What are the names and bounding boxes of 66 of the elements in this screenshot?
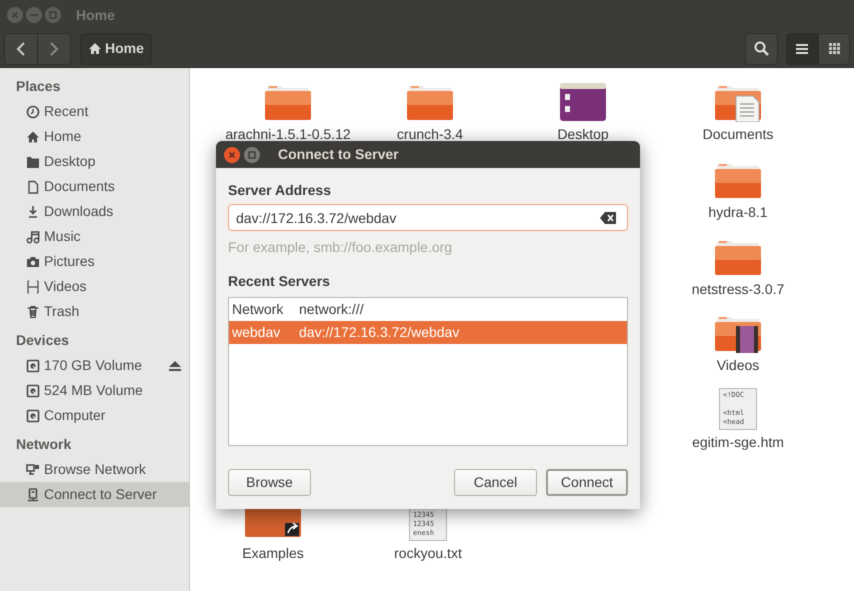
sidebar-item[interactable]: 524 MB Volume — [0, 378, 189, 403]
dialog-title: Connect to Server — [278, 145, 399, 164]
sidebar-item[interactable]: 170 GB Volume — [0, 353, 189, 378]
file-name[interactable]: Documents — [702, 124, 774, 145]
section-heading: Devices — [15, 331, 70, 350]
sidebar-item[interactable]: Pictures — [0, 249, 189, 274]
search-icon — [754, 41, 769, 56]
maximize-icon[interactable] — [244, 146, 260, 162]
file-name[interactable]: hydra-8.1 — [708, 202, 768, 223]
sidebar-item[interactable]: Connect to Server — [0, 482, 189, 507]
sidebar-item[interactable]: Desktop — [0, 149, 189, 174]
sidebar-item[interactable]: Computer — [0, 403, 189, 428]
folder-icon[interactable] — [559, 82, 607, 122]
view-grid-button[interactable] — [818, 32, 850, 64]
drive-icon — [26, 384, 40, 398]
dialog-button[interactable]: Cancel — [454, 469, 537, 496]
sidebar-item[interactable]: Downloads — [0, 199, 189, 224]
forward-icon — [49, 42, 59, 56]
back-icon — [16, 42, 26, 56]
sidebar-item[interactable]: Videos — [0, 274, 189, 299]
search-button[interactable] — [745, 32, 778, 64]
sidebar-item[interactable]: Documents — [0, 174, 189, 199]
sidebar-item[interactable]: Trash — [0, 299, 189, 324]
close-icon[interactable] — [224, 146, 240, 162]
file-name[interactable]: netstress-3.0.7 — [692, 279, 784, 300]
file-name[interactable]: Videos — [716, 355, 760, 376]
grid-icon — [828, 43, 840, 54]
folder-icon — [26, 154, 40, 168]
address-field[interactable]: dav://172.16.3.72/webdav — [228, 204, 628, 231]
home-icon — [88, 42, 102, 55]
hint-text: For example, smb://foo.example.org — [228, 238, 454, 257]
music-icon — [26, 230, 40, 244]
server-row[interactable]: Network network:/// — [229, 298, 627, 321]
file-name[interactable]: Desktop — [557, 124, 609, 145]
drive-icon — [26, 408, 40, 422]
location-button[interactable]: Home — [80, 32, 152, 64]
camera-icon — [26, 254, 40, 268]
sidebar-item[interactable]: Browse Network — [0, 457, 189, 482]
clock-icon — [26, 104, 40, 118]
dialog-button[interactable]: Browse — [228, 469, 311, 496]
section-label: Recent Servers — [228, 272, 331, 291]
download-icon — [26, 204, 40, 218]
file-name[interactable]: rockyou.txt — [394, 543, 462, 564]
file-name[interactable]: Examples — [242, 543, 304, 564]
computer-icon — [26, 488, 40, 502]
eject-icon[interactable] — [169, 360, 181, 370]
sidebar-item[interactable]: Recent — [0, 99, 189, 124]
sidebar-item[interactable]: Home — [0, 124, 189, 149]
view-list-button[interactable] — [786, 32, 818, 64]
file-name[interactable]: arachni-1.5.1-0.5.12 — [225, 124, 351, 145]
window-title: Home — [76, 6, 115, 24]
list-icon — [796, 44, 808, 54]
film-icon — [26, 280, 40, 294]
drive-icon — [26, 358, 40, 372]
sidebar-item[interactable]: Music — [0, 224, 189, 249]
section-heading: Places — [15, 77, 62, 96]
document-icon — [26, 180, 40, 194]
trash-icon — [26, 304, 40, 318]
section-heading: Network — [15, 435, 72, 454]
home-icon — [26, 130, 40, 144]
file-name[interactable]: crunch-3.4 — [396, 124, 464, 145]
clear-icon[interactable] — [600, 212, 616, 224]
dialog-button[interactable]: Connect — [546, 469, 628, 496]
network-icon — [26, 462, 40, 476]
file-name[interactable]: egitim-sge.htm — [692, 432, 784, 453]
field-label: Server Address — [228, 181, 332, 200]
